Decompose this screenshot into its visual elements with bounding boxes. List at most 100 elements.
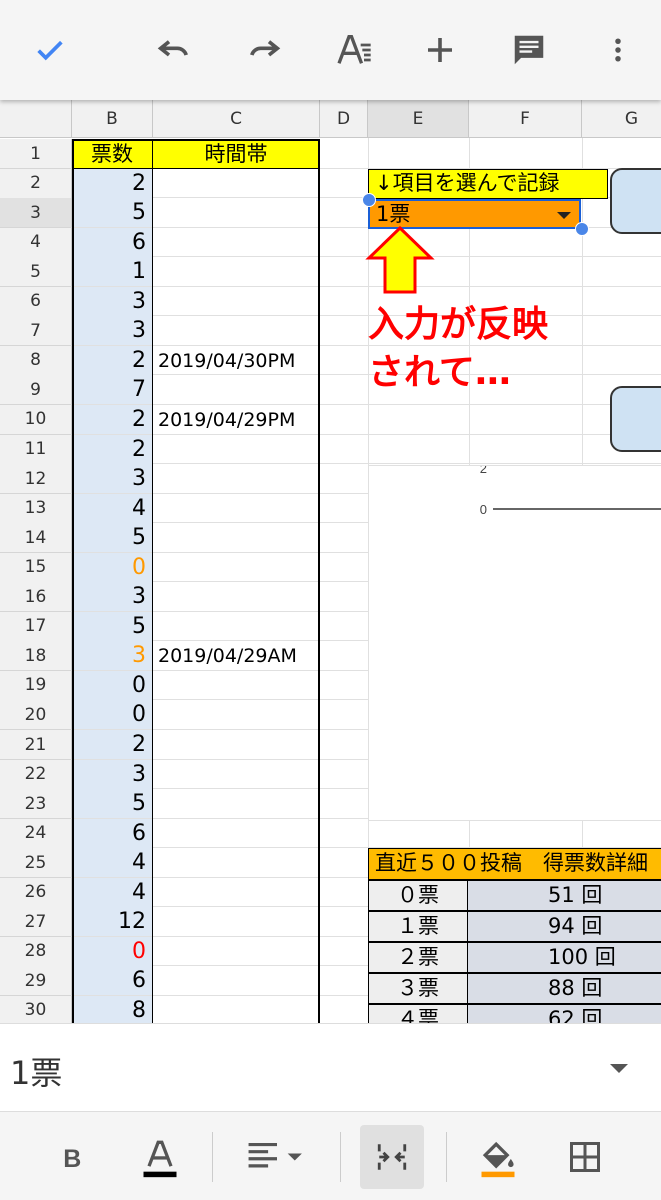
button-shape-1[interactable]	[610, 168, 661, 234]
vote-cell[interactable]: 4	[72, 848, 152, 878]
vote-cell[interactable]: 7	[72, 375, 152, 405]
vote-dropdown-cell[interactable]: 1票	[368, 199, 581, 229]
vote-cell[interactable]: 3	[72, 641, 152, 671]
fill-color-icon[interactable]	[466, 1125, 530, 1189]
vote-cell[interactable]: 3	[72, 582, 152, 612]
time-cell[interactable]	[153, 257, 319, 286]
header-time-slot[interactable]: 時間帯	[153, 139, 319, 169]
time-cell[interactable]	[153, 937, 319, 966]
time-cell[interactable]: 2019/04/29PM	[153, 405, 319, 434]
row-header-5[interactable]: 5	[0, 257, 72, 288]
bold-icon[interactable]: B	[40, 1125, 104, 1189]
row-header-13[interactable]: 13	[0, 493, 72, 524]
vote-cell[interactable]: 2	[72, 345, 152, 375]
time-cell[interactable]	[153, 435, 319, 464]
time-cell[interactable]	[153, 228, 319, 257]
vote-cell[interactable]: 6	[72, 966, 152, 996]
vote-cell[interactable]: 3	[72, 316, 152, 346]
row-header-7[interactable]: 7	[0, 316, 72, 347]
merge-cells-icon[interactable]	[360, 1125, 424, 1189]
time-cell[interactable]	[153, 198, 319, 227]
row-header-4[interactable]: 4	[0, 227, 72, 258]
time-cell[interactable]	[153, 523, 319, 552]
column-header-d[interactable]: D	[320, 100, 368, 138]
button-shape-2[interactable]	[610, 386, 661, 452]
time-cell[interactable]	[153, 287, 319, 316]
formula-bar[interactable]: 1票	[0, 1023, 661, 1111]
vote-cell[interactable]: 4	[72, 493, 152, 523]
row-header-28[interactable]: 28	[0, 936, 72, 967]
time-cell[interactable]: 2019/04/29AM	[153, 641, 319, 670]
line-chart[interactable]: 121086420248162455112	[368, 465, 661, 821]
row-header-26[interactable]: 26	[0, 877, 72, 908]
undo-icon[interactable]	[150, 26, 198, 74]
time-cell[interactable]	[153, 494, 319, 523]
time-cell[interactable]	[153, 316, 319, 345]
vote-cell[interactable]: 1	[72, 257, 152, 287]
corner-header[interactable]	[0, 100, 72, 138]
stats-count[interactable]: 88 回	[468, 973, 661, 1004]
vote-cell[interactable]: 5	[72, 611, 152, 641]
row-header-22[interactable]: 22	[0, 759, 72, 790]
row-header-29[interactable]: 29	[0, 966, 72, 997]
redo-icon[interactable]	[240, 26, 288, 74]
text-format-icon[interactable]	[330, 26, 378, 74]
instruction-cell[interactable]: ↓項目を選んで記録	[368, 169, 608, 199]
vote-cell[interactable]: 0	[72, 670, 152, 700]
vote-cell[interactable]: 2	[72, 730, 152, 759]
time-cell[interactable]	[153, 996, 319, 1023]
row-header-9[interactable]: 9	[0, 375, 72, 406]
vote-cell[interactable]: 2	[72, 404, 152, 434]
time-cell[interactable]	[153, 966, 319, 995]
vote-cell[interactable]: 2	[72, 434, 152, 464]
time-cell[interactable]	[153, 464, 319, 493]
row-header-6[interactable]: 6	[0, 286, 72, 317]
time-cell[interactable]: 2019/04/30PM	[153, 346, 319, 375]
column-header-e[interactable]: E	[368, 100, 469, 138]
time-cell[interactable]	[153, 907, 319, 936]
row-header-20[interactable]: 20	[0, 700, 72, 731]
time-cell[interactable]	[153, 700, 319, 729]
stats-label[interactable]: ４票	[368, 1004, 468, 1023]
time-cell[interactable]	[153, 612, 319, 641]
spreadsheet-grid[interactable]: B C D E F G 2 5 6 1 3 3 2 7 2 2 3 4 5 0 3 5 3 0 0 2 3 5 6 4 4 12 0…	[0, 100, 661, 1023]
time-cell[interactable]	[153, 553, 319, 582]
row-header-27[interactable]: 27	[0, 907, 72, 938]
vote-cell[interactable]: 3	[72, 759, 152, 789]
vote-cell[interactable]: 8	[72, 995, 152, 1023]
column-header-f[interactable]: F	[469, 100, 582, 138]
column-header-g[interactable]: G	[582, 100, 661, 138]
vote-cell[interactable]: 5	[72, 789, 152, 819]
row-header-25[interactable]: 25	[0, 848, 72, 879]
align-icon[interactable]	[242, 1125, 312, 1189]
borders-icon[interactable]	[553, 1125, 617, 1189]
vote-cell[interactable]: 0	[72, 552, 152, 582]
time-cell[interactable]	[153, 671, 319, 700]
row-header-10[interactable]: 10	[0, 404, 72, 435]
stats-count[interactable]: 100 回	[468, 942, 661, 973]
vote-cell[interactable]: 4	[72, 877, 152, 907]
time-cell[interactable]	[153, 819, 319, 848]
time-cell[interactable]	[153, 582, 319, 611]
row-header-21[interactable]: 21	[0, 730, 72, 760]
stats-label[interactable]: ３票	[368, 973, 468, 1004]
row-header-19[interactable]: 19	[0, 670, 72, 701]
stats-label[interactable]: ２票	[368, 942, 468, 973]
row-header-16[interactable]: 16	[0, 582, 72, 613]
row-header-30[interactable]: 30	[0, 995, 72, 1023]
row-header-11[interactable]: 11	[0, 434, 72, 465]
comment-icon[interactable]	[505, 26, 553, 74]
stats-label[interactable]: ０票	[368, 880, 468, 911]
text-color-icon[interactable]	[128, 1125, 192, 1189]
dropdown-arrow-icon[interactable]	[610, 1064, 628, 1073]
vote-cell[interactable]: 5	[72, 523, 152, 553]
stats-count[interactable]: 62 回	[468, 1004, 661, 1023]
vote-cell[interactable]: 5	[72, 198, 152, 228]
row-header-3[interactable]: 3	[0, 198, 72, 229]
vote-cell[interactable]: 6	[72, 227, 152, 257]
time-cell[interactable]	[153, 789, 319, 818]
vote-cell[interactable]: 3	[72, 286, 152, 316]
row-header-14[interactable]: 14	[0, 523, 72, 554]
row-header-15[interactable]: 15	[0, 552, 72, 583]
row-header-12[interactable]: 12	[0, 464, 72, 495]
